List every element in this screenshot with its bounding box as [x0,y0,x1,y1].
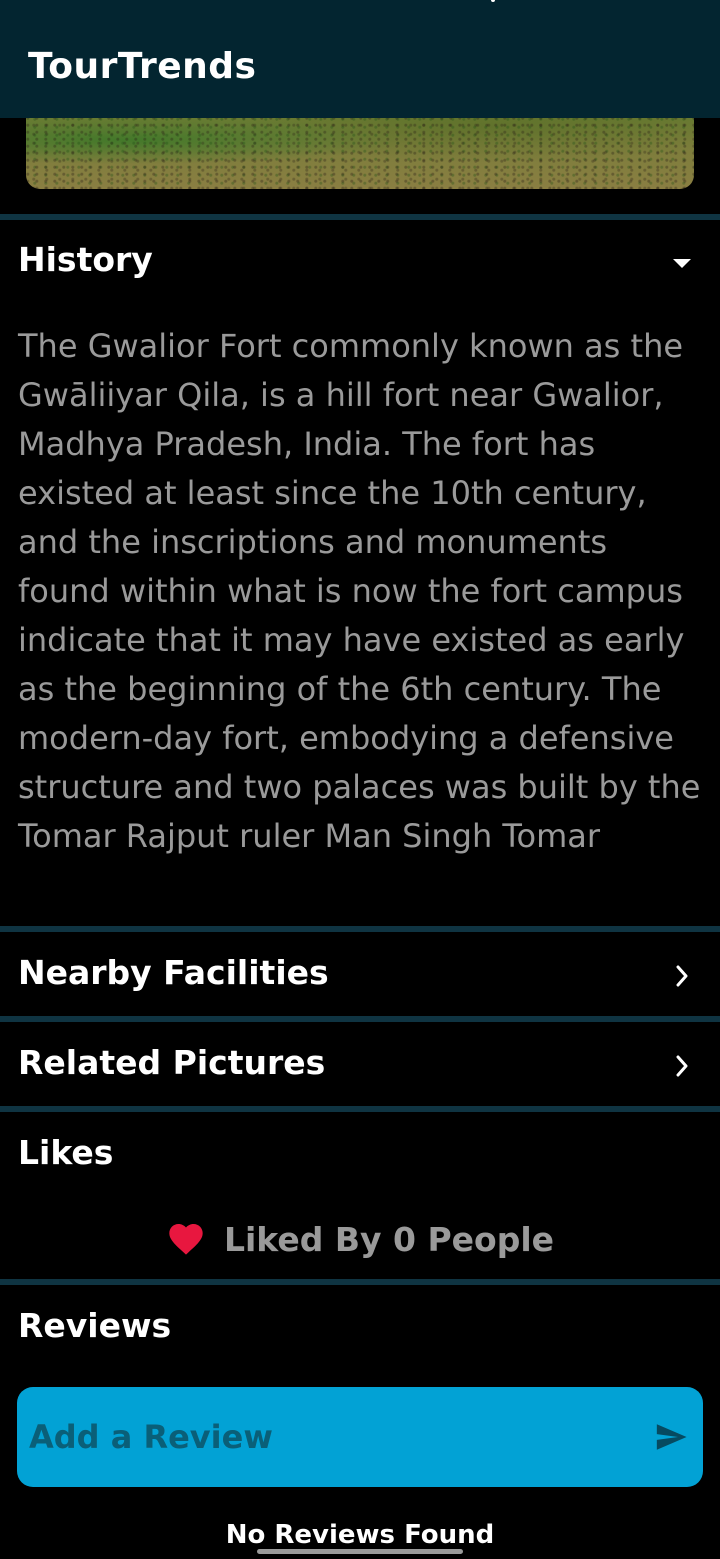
home-indicator[interactable] [257,1549,463,1554]
likes-header: Likes [18,1133,114,1172]
section-divider [0,1016,720,1022]
app-bar: TourTrends [0,0,720,118]
section-divider [0,214,720,220]
history-header[interactable]: History [18,240,153,279]
heart-icon[interactable] [166,1219,206,1259]
status-bar-dot [491,0,495,2]
chevron-right-icon[interactable] [672,1055,692,1077]
likes-count: Liked By 0 People [223,1219,555,1259]
related-pictures-label[interactable]: Related Pictures [18,1043,325,1082]
caret-down-icon[interactable] [672,254,692,274]
section-divider [0,1279,720,1285]
reviews-header: Reviews [18,1306,172,1345]
nearby-facilities-label[interactable]: Nearby Facilities [18,953,329,992]
history-body: The Gwalior Fort commonly known as the G… [18,327,701,855]
send-review-button[interactable] [649,1415,693,1459]
section-divider [0,926,720,932]
review-input-box [17,1387,703,1487]
chevron-right-icon[interactable] [672,965,692,987]
section-divider [0,1106,720,1112]
send-icon [656,1424,687,1450]
no-reviews-text: No Reviews Found [225,1520,495,1550]
review-input[interactable] [27,1406,649,1468]
app-title: TourTrends [28,46,257,87]
likes-row: Liked By 0 People [0,1212,720,1266]
